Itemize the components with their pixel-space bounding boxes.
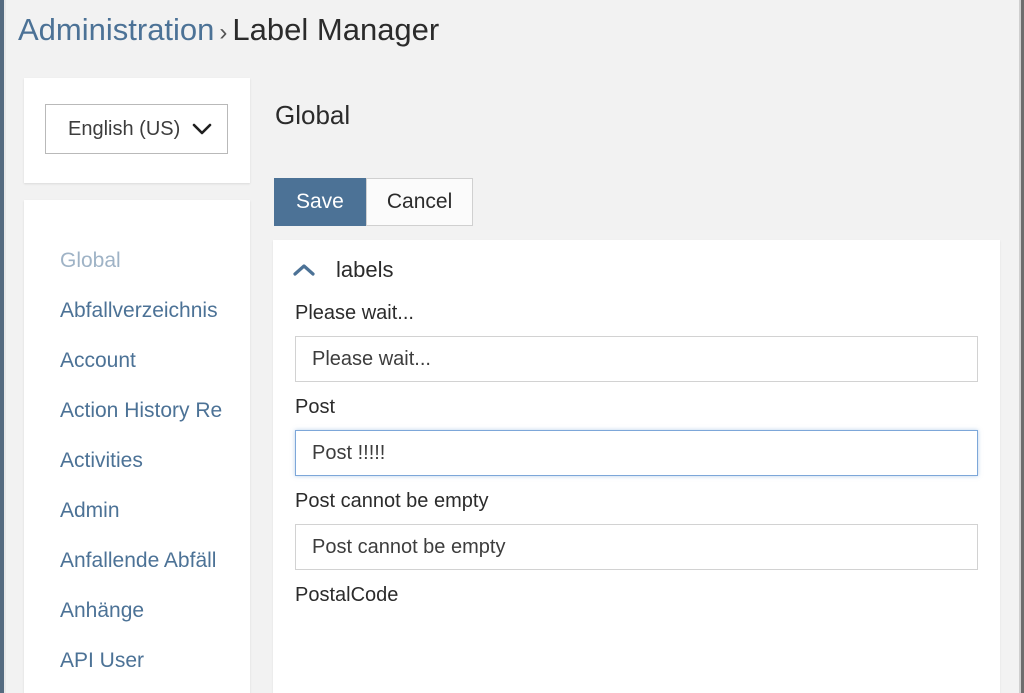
form-field: Post	[295, 396, 978, 476]
field-label: Post cannot be empty	[295, 490, 978, 513]
window-right-edge-inner	[1019, 0, 1021, 693]
form-field: Please wait...	[295, 302, 978, 382]
sidebar-item[interactable]: Activities	[24, 436, 250, 486]
sidebar-item[interactable]: Abfallverzeichnis	[24, 286, 250, 336]
sidebar-nav-card: GlobalAbfallverzeichnisAccountAction His…	[24, 200, 250, 693]
window-left-edge-inner	[4, 0, 6, 693]
field-label: Please wait...	[295, 302, 978, 325]
labels-panel-title: labels	[336, 257, 393, 283]
app-root: Administration›Label Manager English (US…	[0, 0, 1024, 693]
form-field: PostalCode	[295, 584, 978, 607]
sidebar-item[interactable]: Account	[24, 336, 250, 386]
action-button-row: Save Cancel	[274, 178, 473, 226]
sidebar-item[interactable]: Global	[24, 236, 250, 286]
sidebar-item[interactable]: Admin	[24, 486, 250, 536]
language-select-value: English (US)	[46, 118, 189, 141]
field-input[interactable]	[295, 430, 978, 476]
labels-panel: labels Please wait... Post Post cannot be …	[273, 240, 1000, 693]
labels-panel-header[interactable]: labels	[273, 240, 1000, 284]
field-input[interactable]	[295, 336, 978, 382]
field-label: Post	[295, 396, 978, 419]
cancel-button[interactable]: Cancel	[366, 178, 473, 226]
language-card: English (US)	[24, 78, 250, 183]
page-title: Global	[275, 100, 350, 131]
field-input[interactable]	[295, 524, 978, 570]
sidebar-item[interactable]: Anfallende Abfäll	[24, 536, 250, 586]
breadcrumb-current-label-manager: Label Manager	[232, 12, 439, 47]
sidebar-item[interactable]: API User	[24, 636, 250, 686]
field-label: PostalCode	[295, 584, 978, 607]
breadcrumb-separator: ›	[214, 19, 232, 46]
breadcrumb-link-administration[interactable]: Administration	[18, 12, 214, 47]
chevron-up-icon[interactable]	[291, 257, 317, 283]
breadcrumb: Administration›Label Manager	[18, 8, 439, 55]
language-select[interactable]: English (US)	[45, 104, 228, 154]
labels-field-list: Please wait... Post Post cannot be empty Po…	[273, 284, 1000, 607]
chevron-down-icon	[189, 123, 215, 136]
form-field: Post cannot be empty	[295, 490, 978, 570]
sidebar-item[interactable]: Anhänge	[24, 586, 250, 636]
save-button[interactable]: Save	[274, 178, 366, 226]
sidebar-nav-list: GlobalAbfallverzeichnisAccountAction His…	[24, 200, 250, 686]
sidebar-item[interactable]: Action History Re	[24, 386, 250, 436]
